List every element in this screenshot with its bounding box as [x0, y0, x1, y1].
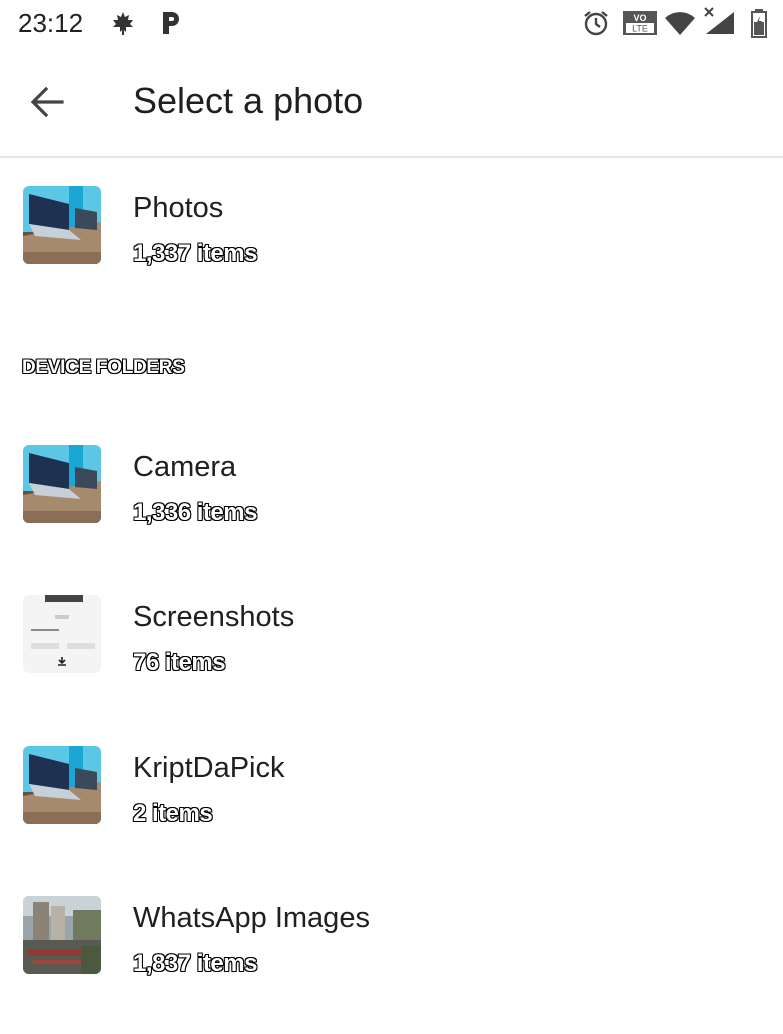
folder-thumbnail — [23, 746, 101, 824]
status-time: 23:12 — [18, 8, 84, 38]
folder-count: 76 items — [133, 649, 226, 676]
folder-count: 2 items — [133, 800, 213, 827]
album-row-photos[interactable]: Photos 1,337 items — [0, 186, 783, 286]
section-header-device-folders: DEVICE FOLDERS — [22, 357, 185, 378]
folder-name: WhatsApp Images — [133, 902, 370, 934]
folder-row-kriptdapick[interactable]: KriptDaPick 2 items — [0, 746, 783, 846]
folder-count: 1,336 items — [133, 499, 257, 526]
back-button[interactable] — [22, 78, 72, 128]
folder-name: KriptDaPick — [133, 752, 285, 784]
signal-icon — [702, 6, 736, 36]
svg-text:LTE: LTE — [632, 24, 648, 34]
folder-thumbnail — [23, 445, 101, 523]
arrow-back-icon — [30, 86, 64, 118]
parking-icon — [160, 10, 182, 36]
folder-row-screenshots[interactable]: Screenshots 76 items — [0, 595, 783, 695]
svg-text:VO: VO — [633, 13, 646, 23]
album-thumbnail — [23, 186, 101, 264]
status-bar: 23:12 VO LTE — [0, 0, 783, 48]
album-name: Photos — [133, 192, 224, 224]
folder-name: Screenshots — [133, 601, 295, 633]
battery-icon — [750, 8, 768, 38]
volte-icon: VO LTE — [622, 10, 658, 36]
folder-thumbnail — [23, 595, 101, 673]
page-title: Select a photo — [133, 80, 364, 121]
album-count: 1,337 items — [133, 240, 257, 267]
folder-row-camera[interactable]: Camera 1,336 items — [0, 445, 783, 545]
app-bar: Select a photo — [0, 48, 783, 158]
folder-count: 1,837 items — [133, 950, 257, 977]
leaf-icon — [110, 10, 136, 36]
alarm-icon — [582, 9, 610, 37]
folder-thumbnail — [23, 896, 101, 974]
folder-name: Camera — [133, 451, 237, 483]
wifi-icon — [664, 12, 696, 36]
folder-row-whatsapp-images[interactable]: WhatsApp Images 1,837 items — [0, 896, 783, 996]
